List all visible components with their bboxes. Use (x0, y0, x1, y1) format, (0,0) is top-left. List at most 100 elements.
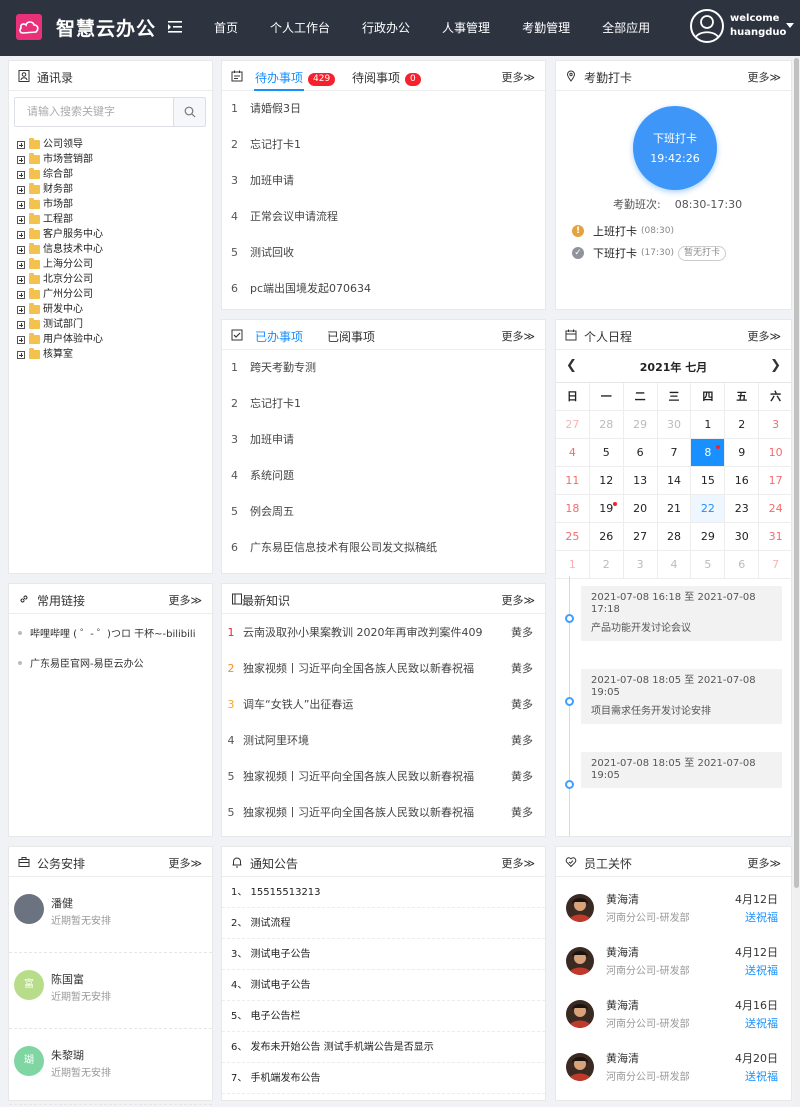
expand-icon[interactable] (17, 335, 25, 344)
tree-node[interactable]: 财务部 (17, 182, 103, 197)
tree-node[interactable]: 研发中心 (17, 302, 103, 317)
list-item[interactable]: 1 跨天考勤专测 (222, 350, 545, 386)
list-item[interactable]: 1 请婚假3日 (222, 91, 545, 127)
notice-item[interactable]: 5、 电子公告栏 (222, 1001, 545, 1032)
next-month-button[interactable]: ❯ (770, 358, 781, 373)
calendar-day[interactable]: 9 (725, 439, 760, 466)
knowledge-more-link[interactable]: 更多≫ (501, 592, 535, 608)
tab-pending[interactable]: 待办事项 429 (255, 69, 336, 86)
knowledge-item[interactable]: 5 独家视频丨习近平向全国各族人民致以新春祝福 黄多 (222, 759, 545, 795)
expand-icon[interactable] (17, 350, 25, 359)
nav-home[interactable]: 首页 (198, 0, 254, 56)
attendance-more-link[interactable]: 更多≫ (747, 69, 781, 85)
calendar-day[interactable]: 27 (556, 411, 590, 438)
calendar-day[interactable]: 6 (624, 439, 658, 466)
calendar-day[interactable]: 3 (759, 411, 792, 438)
tab-unread[interactable]: 待阅事项 0 (352, 69, 421, 86)
tree-node[interactable]: 用户体验中心 (17, 332, 103, 347)
nav-all-apps[interactable]: 全部应用 (586, 0, 666, 56)
calendar-day[interactable]: 1 (691, 411, 726, 438)
nav-hr[interactable]: 人事管理 (426, 0, 506, 56)
calendar-day[interactable]: 10 (759, 439, 792, 466)
tree-node[interactable]: 公司领导 (17, 137, 103, 152)
calendar-day[interactable]: 6 (725, 551, 760, 578)
notice-item[interactable]: 7、 手机端发布公告 (222, 1063, 545, 1094)
calendar-day[interactable]: 19 (590, 495, 624, 522)
list-item[interactable]: 2 忘记打卡1 (222, 127, 545, 163)
expand-icon[interactable] (17, 215, 25, 224)
clock-out-button[interactable]: 下班打卡 19:42:26 (633, 106, 717, 190)
expand-icon[interactable] (17, 200, 25, 209)
link-company-site[interactable]: 广东易臣官网-易臣云办公 (18, 655, 144, 670)
knowledge-item[interactable]: 3 调车“女铁人”出征春运 黄多 (222, 687, 545, 723)
notice-item[interactable]: 6、 发布未开始公告 测试手机端公告是否显示 (222, 1032, 545, 1063)
tree-node[interactable]: 市场部 (17, 197, 103, 212)
tree-node[interactable]: 市场营销部 (17, 152, 103, 167)
expand-icon[interactable] (17, 140, 25, 149)
todo-more-link[interactable]: 更多≫ (501, 69, 535, 85)
calendar-day[interactable]: 11 (556, 467, 590, 494)
expand-icon[interactable] (17, 320, 25, 329)
calendar-day[interactable]: 7 (658, 439, 692, 466)
tree-node[interactable]: 北京分公司 (17, 272, 103, 287)
calendar-day[interactable]: 15 (691, 467, 726, 494)
notice-item[interactable]: 4、 测试电子公告 (222, 970, 545, 1001)
list-item[interactable]: 6 pc端出国境发起070634 (222, 271, 545, 307)
list-item[interactable]: 5 例会周五 (222, 494, 545, 530)
expand-icon[interactable] (17, 260, 25, 269)
notice-item[interactable]: 3、 测试电子公告 (222, 939, 545, 970)
schedule-more-link[interactable]: 更多≫ (168, 855, 202, 871)
calendar-day[interactable]: 4 (658, 551, 692, 578)
search-button[interactable] (173, 98, 205, 126)
knowledge-item[interactable]: 5 独家视频丨习近平向全国各族人民致以新春祝福 黄多 (222, 795, 545, 831)
expand-icon[interactable] (17, 170, 25, 179)
event-card[interactable]: 2021-07-08 18:05 至 2021-07-08 19:05 项目需求任… (581, 669, 782, 724)
calendar-day[interactable]: 24 (759, 495, 792, 522)
tab-done[interactable]: 已办事项 (255, 328, 303, 345)
send-blessing-link[interactable]: 送祝福 (745, 909, 778, 925)
event-card[interactable]: 2021-07-08 16:18 至 2021-07-08 17:18 产品功能开… (581, 586, 782, 641)
care-more-link[interactable]: 更多≫ (747, 855, 781, 871)
calendar-day[interactable]: 14 (658, 467, 692, 494)
tree-node[interactable]: 工程部 (17, 212, 103, 227)
nav-workbench[interactable]: 个人工作台 (254, 0, 346, 56)
calendar-day[interactable]: 3 (624, 551, 658, 578)
calendar-day[interactable]: 30 (658, 411, 692, 438)
schedule-item[interactable]: 瑚朱黎瑚 近期暂无安排 (9, 1029, 212, 1105)
send-blessing-link[interactable]: 送祝福 (745, 1068, 778, 1084)
calendar-day[interactable]: 29 (691, 523, 726, 550)
nav-admin-office[interactable]: 行政办公 (346, 0, 426, 56)
expand-icon[interactable] (17, 155, 25, 164)
calendar-day[interactable]: 28 (658, 523, 692, 550)
calendar-day[interactable]: 23 (725, 495, 760, 522)
calendar-day[interactable]: 31 (759, 523, 792, 550)
tab-read[interactable]: 已阅事项 (327, 328, 375, 345)
calendar-day[interactable]: 4 (556, 439, 590, 466)
list-item[interactable]: 6 广东易臣信息技术有限公司发文拟稿纸 (222, 530, 545, 566)
calendar-day[interactable]: 27 (624, 523, 658, 550)
menu-toggle-icon[interactable] (168, 20, 184, 34)
event-card[interactable]: 2021-07-08 18:05 至 2021-07-08 19:05 (581, 752, 782, 788)
calendar-day[interactable]: 2 (590, 551, 624, 578)
calendar-day[interactable]: 25 (556, 523, 590, 550)
schedule-item[interactable]: 潘健 近期暂无安排 (9, 877, 212, 953)
list-item[interactable]: 4 系统问题 (222, 458, 545, 494)
expand-icon[interactable] (17, 185, 25, 194)
tree-node[interactable]: 信息技术中心 (17, 242, 103, 257)
schedule-item[interactable]: 富陈国富 近期暂无安排 (9, 953, 212, 1029)
calendar-day[interactable]: 18 (556, 495, 590, 522)
scrollbar-thumb[interactable] (794, 58, 799, 888)
list-item[interactable]: 5 测试回收 (222, 235, 545, 271)
calendar-day[interactable]: 26 (590, 523, 624, 550)
link-bilibili[interactable]: 哔哩哔哩 ( ゜- ゜)つロ 干杯~-bilibili (18, 625, 195, 640)
send-blessing-link[interactable]: 送祝福 (745, 962, 778, 978)
tree-node[interactable]: 广州分公司 (17, 287, 103, 302)
knowledge-item[interactable]: 1 云南汲取孙小果案教训 2020年再审改判案件409 黄多 (222, 615, 545, 651)
calendar-day[interactable]: 16 (725, 467, 760, 494)
calendar-day[interactable]: 5 (590, 439, 624, 466)
calendar-day[interactable]: 13 (624, 467, 658, 494)
tree-node[interactable]: 核算室 (17, 347, 103, 362)
search-input[interactable] (15, 98, 173, 126)
expand-icon[interactable] (17, 245, 25, 254)
list-item[interactable]: 4 正常会议申请流程 (222, 199, 545, 235)
